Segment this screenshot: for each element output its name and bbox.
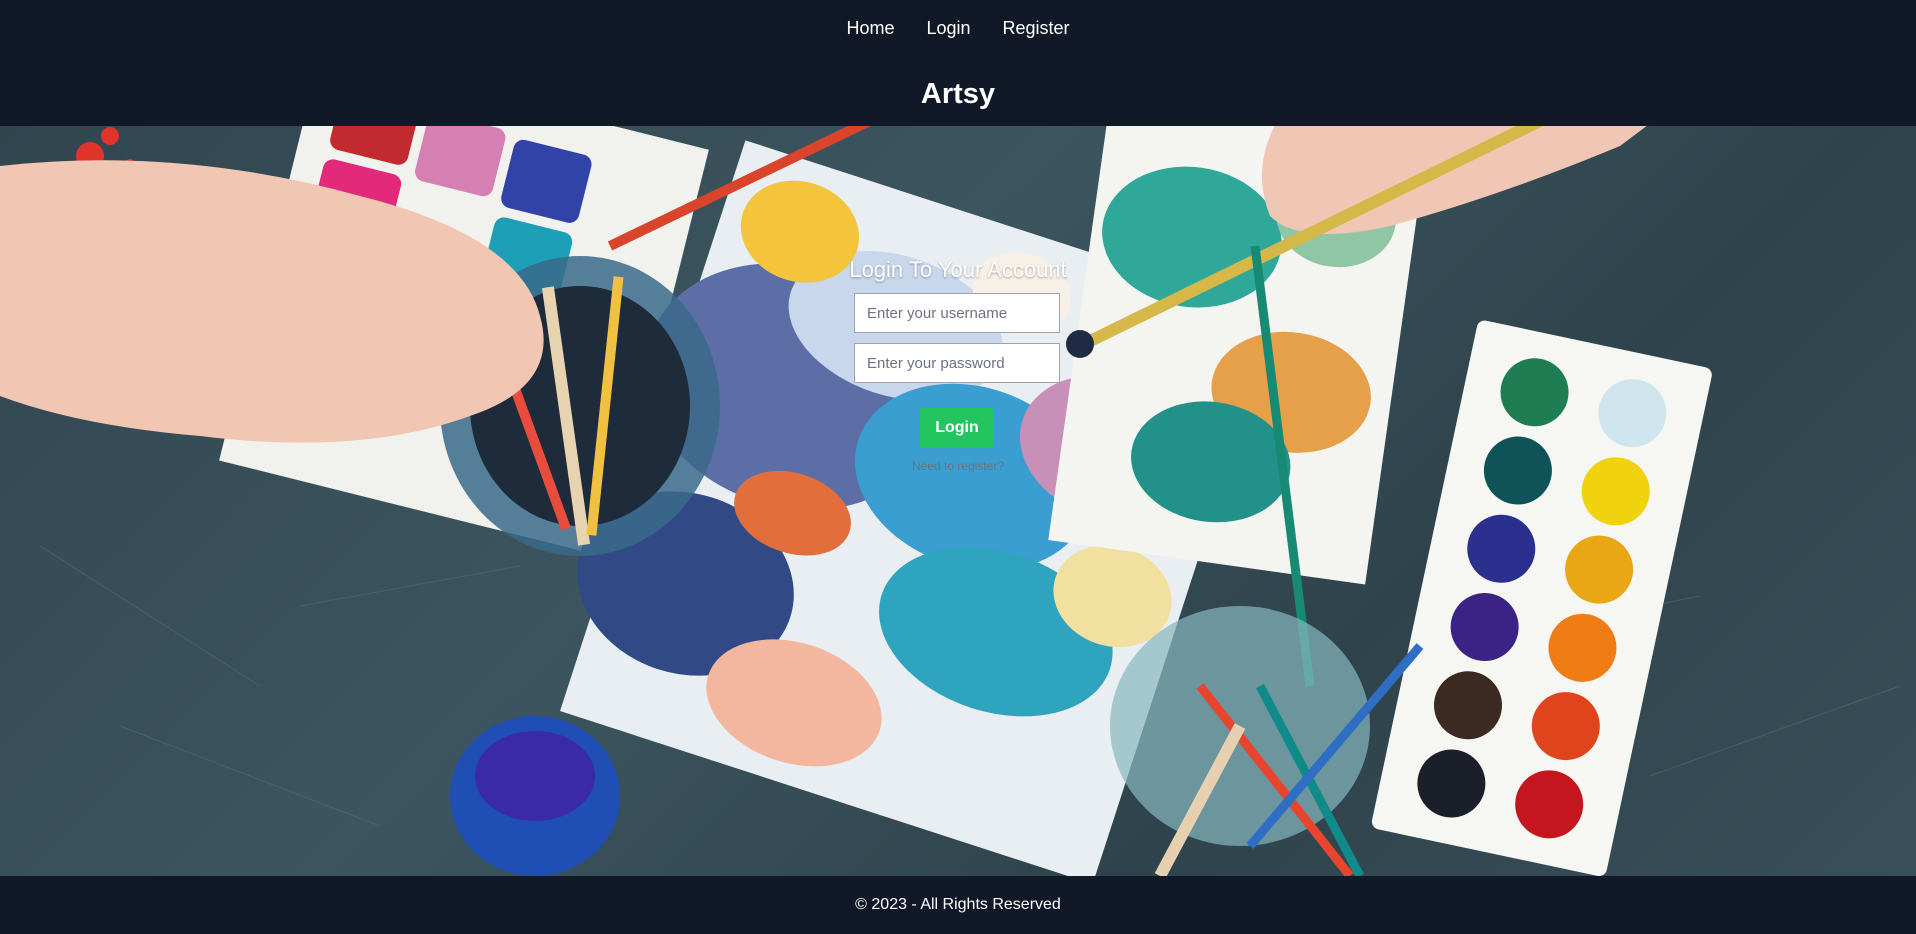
login-heading: Login To Your Account (849, 257, 1067, 282)
site-logo-text: Artsy (920, 78, 996, 110)
hero-section: Login To Your Account Login Need to regi… (0, 126, 1916, 876)
register-link[interactable]: Need to register? (0, 457, 1916, 475)
art-supplies-background-image (0, 126, 1901, 876)
site-header: Home Login Register Artsy (0, 0, 1916, 126)
main-nav: Home Login Register (0, 16, 1916, 40)
username-input[interactable] (854, 293, 1060, 333)
page: Home Login Register Artsy Login To Your … (0, 0, 1916, 934)
password-input[interactable] (854, 343, 1060, 383)
nav-home-link[interactable]: Home (846, 16, 894, 40)
login-button[interactable]: Login (920, 408, 994, 448)
copyright-text: © 2023 - All Rights Reserved (855, 896, 1061, 913)
nav-register-link[interactable]: Register (1003, 16, 1070, 40)
nav-login-link[interactable]: Login (926, 16, 970, 40)
site-footer: © 2023 - All Rights Reserved (0, 876, 1916, 934)
